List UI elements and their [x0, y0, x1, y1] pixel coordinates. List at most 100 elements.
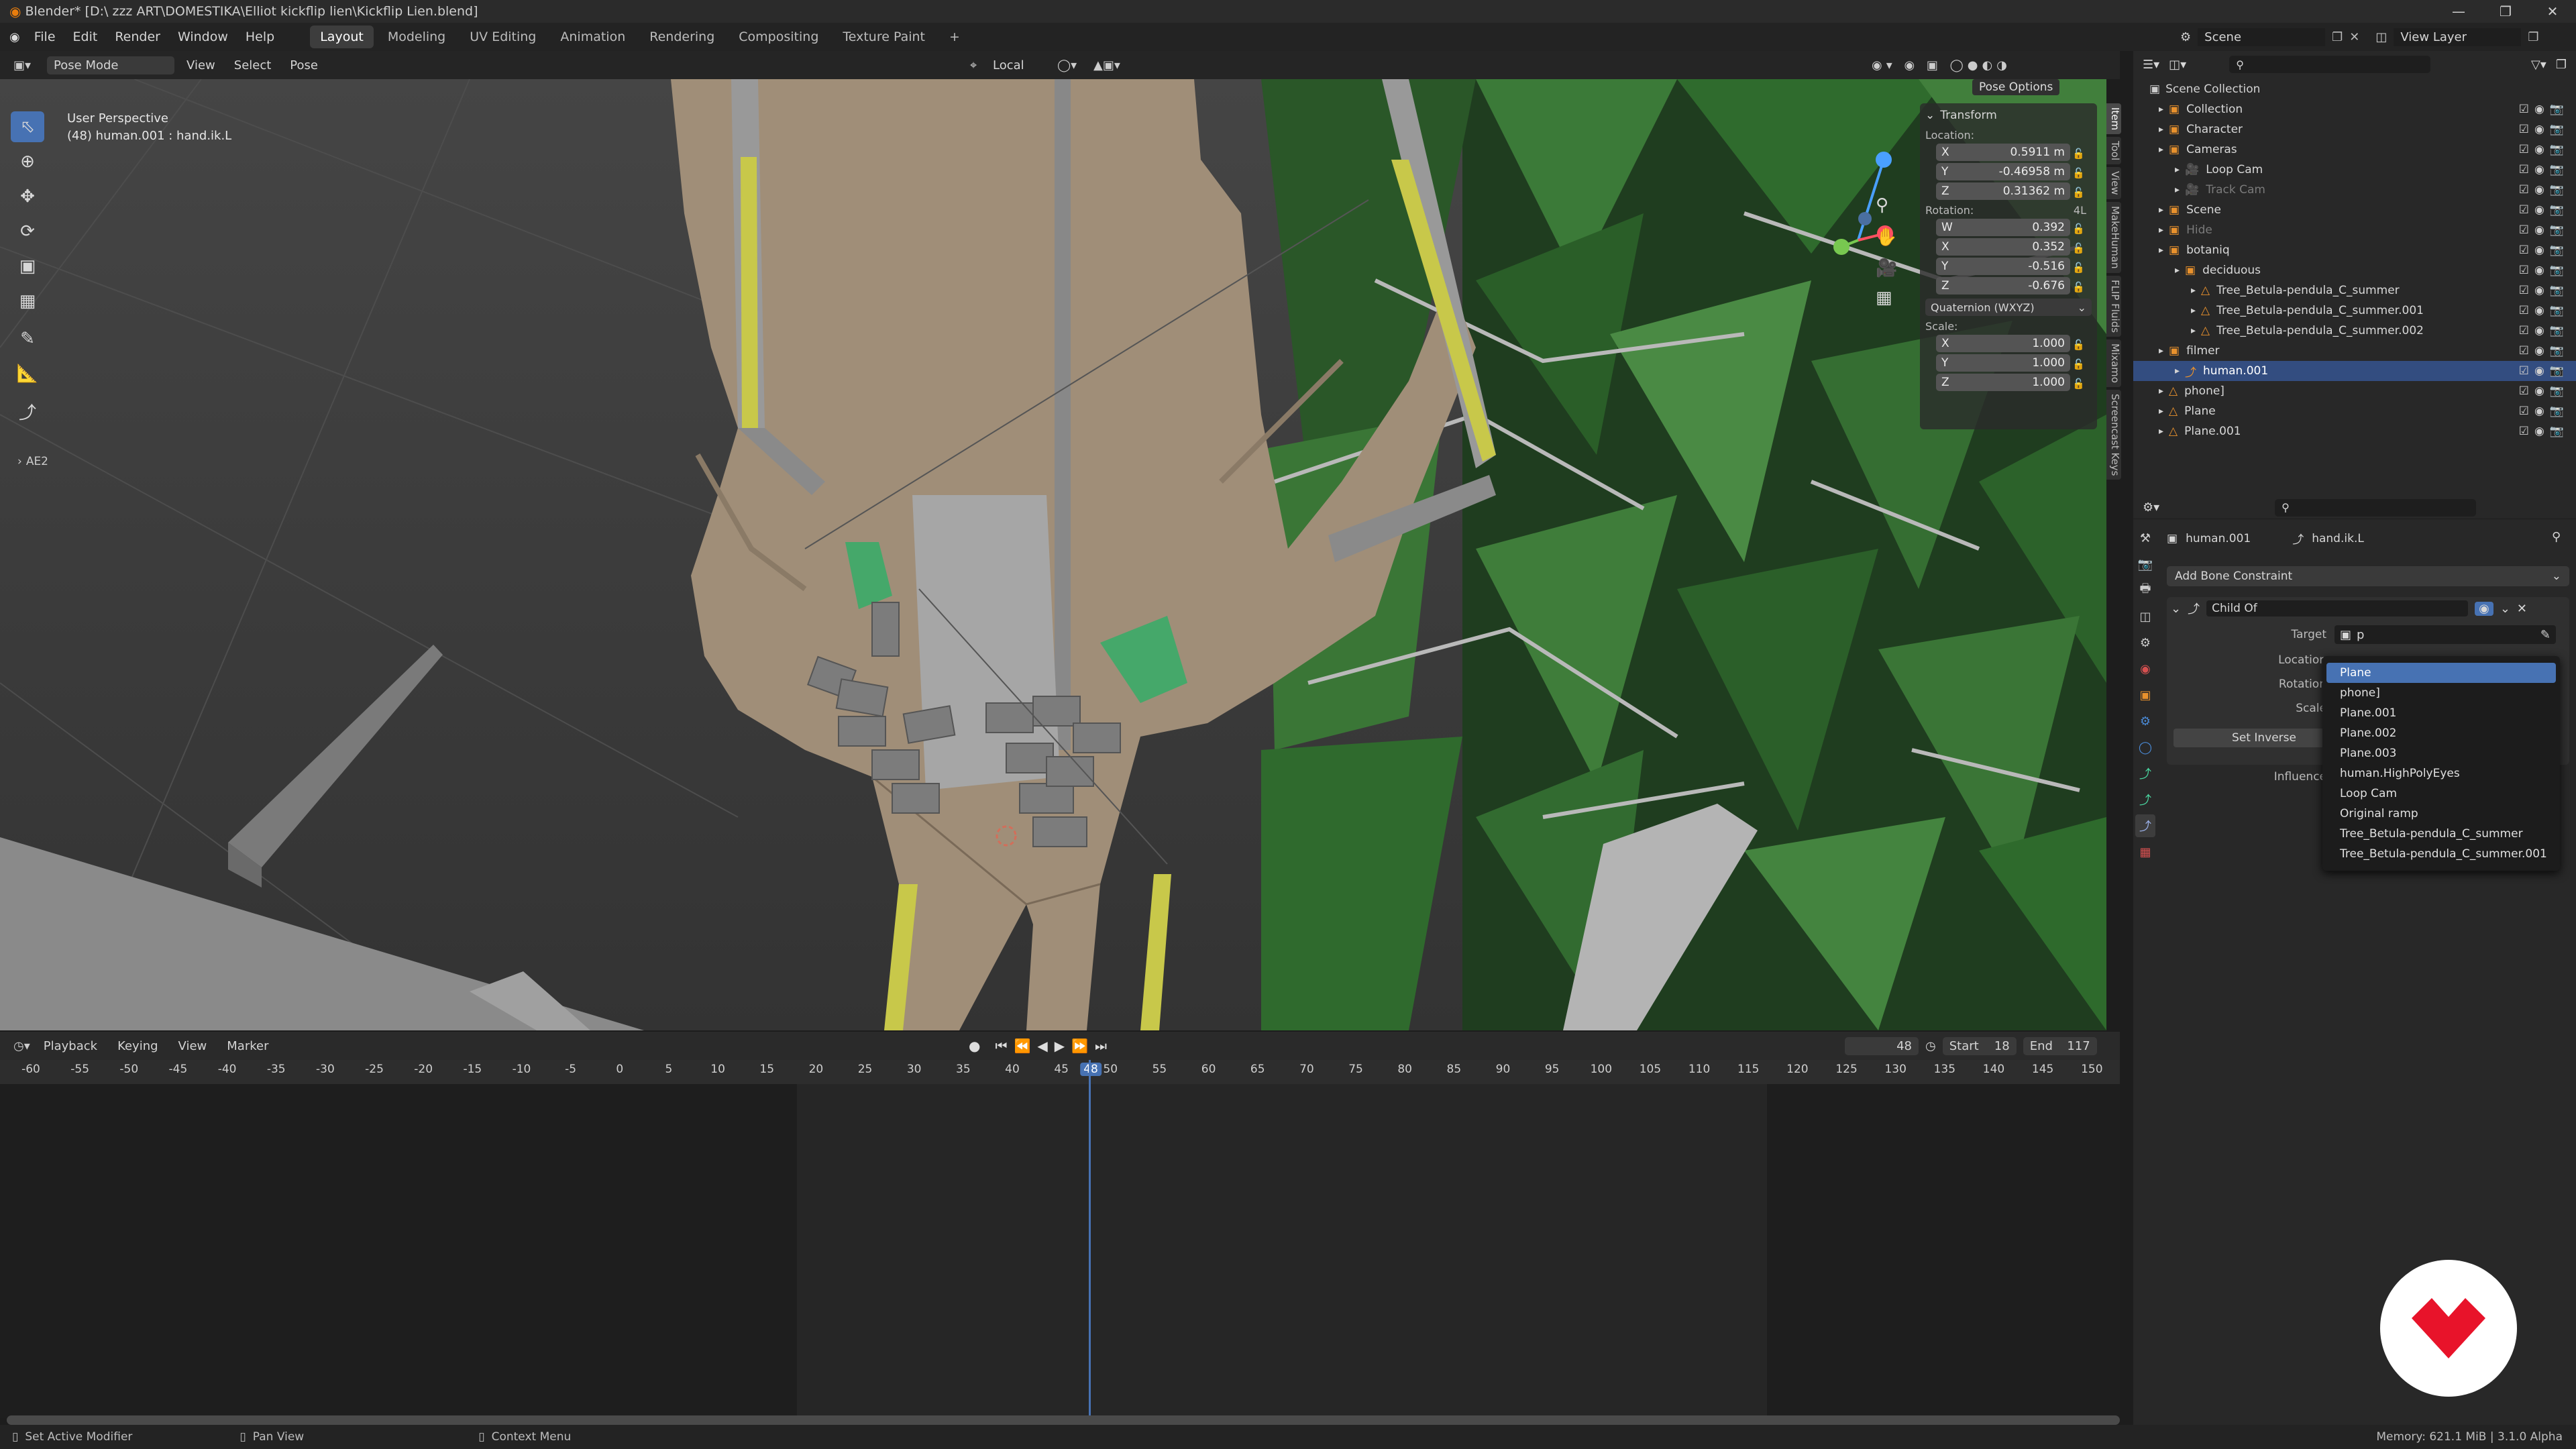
- next-keyframe-icon[interactable]: ⏩: [1071, 1038, 1088, 1054]
- rotation-w-field[interactable]: W 0.392: [1936, 219, 2070, 236]
- current-frame-field[interactable]: 48: [1845, 1036, 1919, 1055]
- tab-rendering[interactable]: Rendering: [639, 25, 724, 48]
- menu-pose[interactable]: Pose: [283, 56, 325, 74]
- tab-animation[interactable]: Animation: [550, 25, 635, 48]
- lock-icon[interactable]: 🔓: [2072, 262, 2085, 274]
- bone-constraint-tab-icon[interactable]: ⤴: [2135, 814, 2155, 837]
- tab-screencast-keys[interactable]: Screencast Keys: [2106, 389, 2121, 480]
- rotation-z-field[interactable]: Z -0.676: [1936, 277, 2070, 294]
- bend-bone-icon[interactable]: ⤴: [11, 396, 44, 427]
- expand-icon[interactable]: ▸: [2159, 124, 2163, 135]
- outliner-editor-icon[interactable]: ☰▾: [2143, 58, 2159, 72]
- visibility-icons[interactable]: ☑◉📷: [2519, 244, 2569, 257]
- visibility-icons[interactable]: ☑◉📷: [2519, 103, 2569, 116]
- chevron-down-icon[interactable]: ⌄: [2171, 602, 2181, 616]
- visibility-icons[interactable]: ☑◉📷: [2519, 183, 2569, 197]
- close-icon[interactable]: ✕: [2529, 0, 2576, 23]
- timeline-editor-icon[interactable]: ◷▾: [13, 1039, 30, 1053]
- editor-type-icon[interactable]: ▣▾: [13, 58, 31, 72]
- snap-icon[interactable]: ▲▣▾: [1093, 58, 1120, 72]
- outliner-search-input[interactable]: [2249, 59, 2417, 70]
- scale-z-field[interactable]: Z 1.000: [1936, 374, 2070, 391]
- outliner-row[interactable]: ▸ ▣ Collection ☑◉📷: [2133, 99, 2576, 119]
- rotation-x-field[interactable]: X 0.352: [1936, 238, 2070, 256]
- location-y-field[interactable]: Y -0.46958 m: [1936, 163, 2070, 180]
- timeline-scrollbar[interactable]: [7, 1415, 2120, 1425]
- lock-icon[interactable]: 🔓: [2072, 167, 2085, 179]
- location-z-field[interactable]: Z 0.31362 m: [1936, 182, 2070, 200]
- visibility-icons[interactable]: ☑◉📷: [2519, 223, 2569, 237]
- close-icon[interactable]: ✕: [2517, 602, 2527, 616]
- outliner-row[interactable]: ▸ △ phone] ☑◉📷: [2133, 381, 2576, 401]
- outliner-row[interactable]: ▸ ▣ deciduous ☑◉📷: [2133, 260, 2576, 280]
- expand-icon[interactable]: ▸: [2175, 265, 2180, 276]
- object-tab-icon[interactable]: ▣: [2135, 684, 2155, 706]
- tab-makehuman[interactable]: MakeHuman: [2106, 201, 2121, 273]
- rotation-mode-selector[interactable]: Quaternion (WXYZ) ⌄: [1925, 299, 2092, 316]
- frame-ruler[interactable]: -60 -55 -50 -45 -40 -35 -30 -25 -20 -15 -10 -5 0 5 10 1…: [0, 1060, 2120, 1084]
- tab-modeling[interactable]: Modeling: [378, 25, 455, 48]
- rotation-y-field[interactable]: Y -0.516: [1936, 258, 2070, 275]
- visibility-icons[interactable]: ☑◉📷: [2519, 203, 2569, 217]
- data-tab-icon[interactable]: ⤴: [2135, 762, 2155, 785]
- filter-icon[interactable]: ▽▾: [2531, 58, 2546, 72]
- pivot-icon[interactable]: ◯▾: [1057, 58, 1077, 72]
- expand-icon[interactable]: ▸: [2159, 225, 2163, 235]
- menu-render[interactable]: Render: [106, 30, 169, 44]
- play-icon[interactable]: ▶: [1055, 1038, 1065, 1054]
- outliner-row[interactable]: ▸ ▣ Hide ☑◉📷: [2133, 220, 2576, 240]
- orientation-selector[interactable]: Local: [986, 56, 1031, 74]
- expand-icon[interactable]: ▸: [2175, 184, 2180, 195]
- world-tab-icon[interactable]: ◉: [2135, 657, 2155, 680]
- menu-file[interactable]: File: [25, 30, 64, 44]
- visibility-icons[interactable]: ☑◉📷: [2519, 304, 2569, 317]
- constraint-name-field[interactable]: Child Of: [2206, 600, 2469, 616]
- transform-icon[interactable]: ▦: [11, 286, 44, 317]
- play-reverse-icon[interactable]: ◀: [1037, 1038, 1047, 1054]
- dropdown-item[interactable]: Plane: [2326, 663, 2556, 683]
- rotation-mode-short[interactable]: 4L: [2074, 204, 2086, 217]
- dropdown-item[interactable]: Plane.002: [2326, 723, 2556, 743]
- tab-uv-editing[interactable]: UV Editing: [460, 25, 546, 48]
- dropdown-item[interactable]: Plane.001: [2326, 703, 2556, 723]
- outliner-row[interactable]: ▸ △ Tree_Betula-pendula_C_summer.002 ☑◉📷: [2133, 321, 2576, 341]
- outliner-row[interactable]: ▸ △ Plane ☑◉📷: [2133, 401, 2576, 421]
- expand-icon[interactable]: ▸: [2159, 345, 2163, 356]
- outliner-root[interactable]: ▣ Scene Collection: [2133, 79, 2576, 99]
- 3d-viewport[interactable]: ⚲ ✋ 🎥 ▦ User Perspective (48) human.001 …: [0, 79, 2106, 1030]
- menu-timeline-view[interactable]: View: [172, 1037, 214, 1055]
- lock-icon[interactable]: 🔓: [2072, 186, 2085, 199]
- tab-item[interactable]: Item: [2106, 103, 2121, 135]
- scene-tab-icon[interactable]: ⚙: [2135, 631, 2155, 654]
- tab-texture-paint[interactable]: Texture Paint: [833, 25, 935, 48]
- properties-search-input[interactable]: [2294, 502, 2463, 513]
- modifier-tab-icon[interactable]: ⚙: [2135, 710, 2155, 733]
- visibility-icons[interactable]: ☑◉📷: [2519, 425, 2569, 438]
- menu-playback[interactable]: Playback: [37, 1037, 104, 1055]
- expand-icon[interactable]: ▸: [2159, 205, 2163, 215]
- tab-layout[interactable]: Layout: [310, 25, 374, 48]
- scale-icon[interactable]: ▣: [11, 251, 44, 282]
- menu-select[interactable]: Select: [227, 56, 278, 74]
- scale-y-field[interactable]: Y 1.000: [1936, 354, 2070, 372]
- new-scene-icon[interactable]: ❐: [2332, 30, 2343, 44]
- prev-keyframe-icon[interactable]: ⏪: [1014, 1038, 1030, 1054]
- cursor-icon[interactable]: ⊕: [11, 146, 44, 177]
- visibility-icons[interactable]: ☑◉📷: [2519, 163, 2569, 176]
- lock-icon[interactable]: 🔓: [2072, 281, 2085, 293]
- lock-icon[interactable]: 🔓: [2072, 339, 2085, 351]
- measure-icon[interactable]: 📐: [11, 358, 44, 389]
- target-field[interactable]: ▣ p ✎: [2334, 625, 2556, 644]
- expand-icon[interactable]: ▸: [2159, 426, 2163, 437]
- scale-x-field[interactable]: X 1.000: [1936, 335, 2070, 352]
- lock-icon[interactable]: 🔓: [2072, 223, 2085, 235]
- new-collection-icon[interactable]: ❐: [2556, 58, 2567, 72]
- add-workspace-button[interactable]: +: [939, 25, 970, 48]
- new-view-layer-icon[interactable]: ❐: [2528, 30, 2538, 44]
- move-icon[interactable]: ✥: [11, 181, 44, 212]
- timeline-body[interactable]: [0, 1060, 2120, 1425]
- outliner-row[interactable]: ▸ ⤴ human.001 ☑◉📷: [2133, 361, 2576, 381]
- menu-view[interactable]: View: [180, 56, 222, 74]
- expand-icon[interactable]: ▸: [2159, 406, 2163, 417]
- tool-tab-icon[interactable]: ⚒: [2135, 527, 2155, 549]
